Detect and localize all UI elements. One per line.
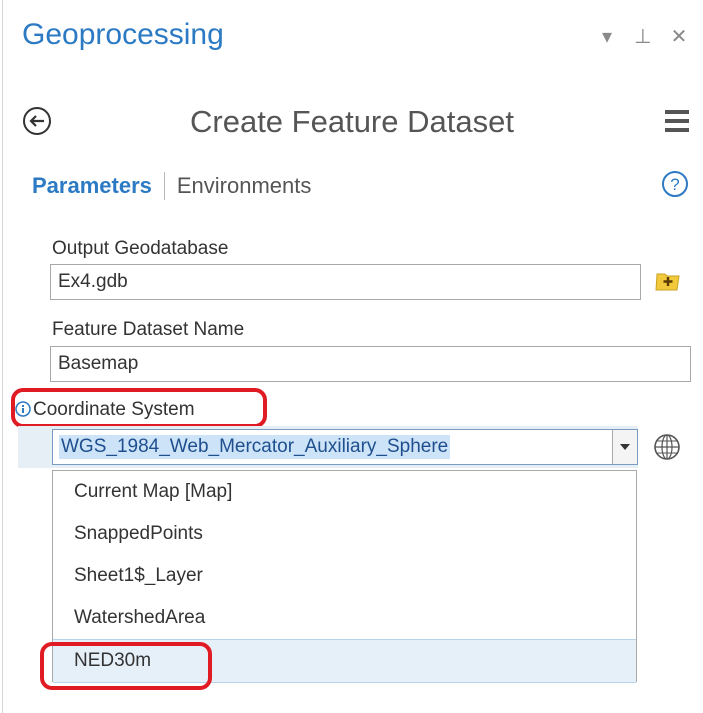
dropdown-option-snappedpoints[interactable]: SnappedPoints (53, 513, 636, 555)
ned30m-highlight (40, 642, 212, 690)
close-icon[interactable]: ✕ (669, 24, 689, 49)
pane-left-border (2, 0, 3, 713)
hamburger-menu-icon (665, 110, 689, 114)
tool-menu-button[interactable] (665, 110, 689, 132)
help-button[interactable]: ? (661, 170, 689, 198)
output-geodatabase-field[interactable]: Ex4.gdb (50, 264, 641, 300)
tool-title: Create Feature Dataset (190, 104, 514, 139)
globe-icon (654, 434, 680, 460)
tab-environments[interactable]: Environments (177, 173, 312, 199)
dropdown-option-sheet1-layer[interactable]: Sheet1$_Layer (53, 555, 636, 597)
feature-dataset-name-field[interactable]: Basemap (50, 346, 691, 382)
back-arrow-icon (23, 107, 51, 135)
coordinate-system-value: WGS_1984_Web_Mercator_Auxiliary_Sphere (59, 435, 451, 459)
help-icon: ? (662, 171, 688, 197)
browse-folder-icon (655, 273, 680, 291)
dropdown-option-current-map[interactable]: Current Map [Map] (53, 471, 636, 513)
coordinate-system-highlight (11, 388, 267, 428)
coordinate-system-properties-button[interactable] (652, 432, 682, 462)
browse-geodatabase-button[interactable] (655, 268, 681, 292)
tab-divider (163, 172, 165, 200)
tab-parameters[interactable]: Parameters (32, 173, 152, 199)
output-geodatabase-label: Output Geodatabase (52, 238, 229, 259)
pane-options-dropdown-icon[interactable]: ▾ (597, 24, 617, 49)
pin-icon[interactable]: ⊥ (633, 24, 653, 49)
pane-title: Geoprocessing (22, 18, 224, 51)
back-button[interactable] (22, 106, 52, 136)
tab-bar: Parameters Environments (32, 172, 311, 200)
coordinate-system-combobox[interactable]: WGS_1984_Web_Mercator_Auxiliary_Sphere (52, 429, 638, 465)
svg-text:?: ? (670, 175, 679, 194)
feature-dataset-name-label: Feature Dataset Name (52, 319, 245, 340)
pane-controls: ▾ ⊥ ✕ (597, 24, 689, 49)
chevron-down-icon[interactable] (612, 430, 637, 464)
dropdown-option-watershedarea[interactable]: WatershedArea (53, 597, 636, 639)
